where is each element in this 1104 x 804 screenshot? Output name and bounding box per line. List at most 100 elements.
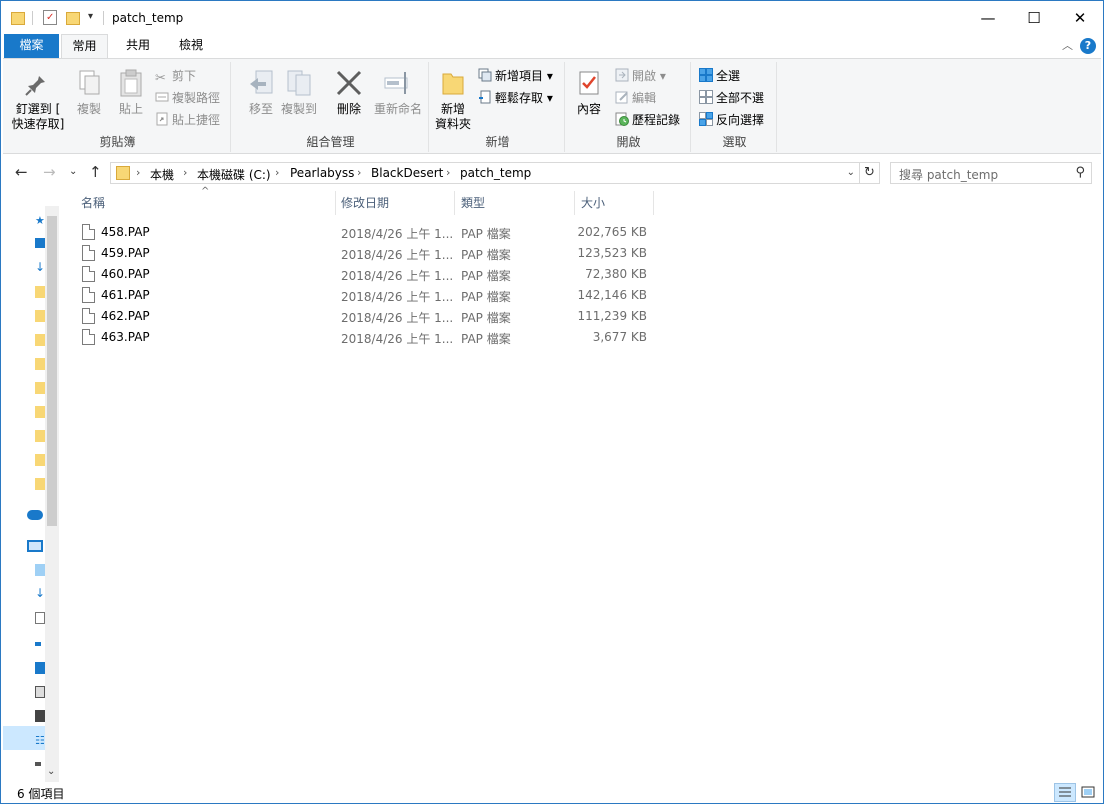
customize-quick-access-icon[interactable]: ▾ [88, 11, 93, 22]
column-divider[interactable] [653, 191, 654, 215]
3d-objects-icon[interactable] [35, 564, 45, 576]
downloads-icon[interactable]: ↓ [35, 586, 45, 600]
nav-scrollbar-thumb[interactable] [47, 216, 57, 526]
paste-button[interactable]: 貼上 [113, 64, 149, 117]
up-arrow-icon[interactable]: ↑ [89, 163, 102, 181]
pin-quick-access-button[interactable]: 釘選到 [ 快速存取] [9, 64, 67, 132]
folder-icon[interactable] [35, 310, 45, 322]
invert-selection-button[interactable]: 反向選擇 [699, 110, 764, 130]
breadcrumb-blackdesert[interactable]: BlackDesert [371, 166, 443, 180]
folder-icon[interactable] [35, 286, 45, 298]
rename-button[interactable]: 重新命名 [371, 64, 425, 117]
folder-icon[interactable] [35, 430, 45, 442]
network-drive-icon[interactable]: ☷ [35, 734, 45, 747]
copy-button[interactable]: 複製 [71, 64, 107, 117]
pictures-icon[interactable] [35, 662, 45, 674]
navigation-pane: ★ ↓ ↓ ☷ ⌄ [3, 206, 59, 782]
new-folder-icon[interactable] [66, 10, 80, 26]
open-group-label: 開啟 [616, 135, 641, 149]
file-row[interactable]: 459.PAP 2018/4/26 上午 1... PAP 檔案 123,523… [73, 243, 653, 264]
file-row[interactable]: 461.PAP 2018/4/26 上午 1... PAP 檔案 142,146… [73, 285, 653, 306]
new-folder-button[interactable]: 新增 資料夾 [433, 64, 473, 132]
file-name: 462.PAP [101, 309, 150, 323]
tab-share[interactable]: 共用 [114, 34, 162, 58]
file-row[interactable]: 460.PAP 2018/4/26 上午 1... PAP 檔案 72,380 … [73, 264, 653, 285]
back-arrow-icon[interactable]: ← [15, 163, 28, 181]
edit-button[interactable]: 編輯 [615, 88, 656, 108]
properties-icon[interactable]: ✓ [43, 10, 57, 25]
desktop-icon[interactable] [35, 238, 45, 248]
close-button[interactable]: ✕ [1057, 1, 1103, 34]
documents-icon[interactable] [35, 612, 45, 624]
tab-file[interactable]: 檔案 [4, 34, 59, 58]
music-icon[interactable] [35, 642, 41, 646]
help-icon[interactable]: ? [1080, 38, 1096, 54]
address-dropdown-chevron-icon[interactable]: ⌄ [847, 167, 855, 178]
onedrive-cloud-icon[interactable] [27, 510, 43, 520]
breadcrumb-local-disk[interactable]: 本機磁碟 (C:) [197, 166, 271, 183]
search-input[interactable]: 搜尋 patch_temp ⚲ [890, 162, 1092, 184]
refresh-icon[interactable]: ↻ [860, 162, 880, 184]
breadcrumb-patch-temp[interactable]: patch_temp [460, 166, 531, 180]
paste-label: 貼上 [118, 102, 143, 116]
folder-icon[interactable] [35, 334, 45, 346]
delete-button[interactable]: 刪除 [331, 64, 367, 117]
open-button[interactable]: 開啟 ▾ [615, 66, 666, 86]
maximize-button[interactable]: ☐ [1011, 1, 1057, 34]
column-header-date[interactable]: 修改日期 [341, 191, 453, 215]
folder-icon[interactable] [11, 10, 25, 26]
this-pc-icon[interactable] [27, 540, 43, 552]
easy-access-button[interactable]: 輕鬆存取 ▾ [478, 88, 553, 108]
scroll-down-chevron-icon[interactable]: ⌄ [47, 766, 55, 777]
column-divider[interactable] [574, 191, 575, 215]
videos-icon[interactable] [35, 686, 45, 698]
easy-access-icon [478, 90, 492, 104]
select-all-button[interactable]: 全選 [699, 66, 740, 86]
invert-selection-label: 反向選擇 [716, 113, 765, 127]
file-row[interactable]: 463.PAP 2018/4/26 上午 1... PAP 檔案 3,677 K… [73, 327, 653, 348]
folder-icon[interactable] [35, 382, 45, 394]
address-bar[interactable]: › 本機 › 本機磁碟 (C:) › Pearlabyss › BlackDes… [110, 162, 860, 184]
move-to-button[interactable]: 移至 [241, 64, 281, 117]
drive-icon[interactable] [35, 710, 45, 722]
copy-icon [74, 68, 104, 98]
file-row[interactable]: 458.PAP 2018/4/26 上午 1... PAP 檔案 202,765… [73, 222, 653, 243]
column-divider[interactable] [454, 191, 455, 215]
recent-locations-chevron-icon[interactable]: ⌄ [69, 166, 77, 177]
folder-icon[interactable] [35, 358, 45, 370]
new-item-button[interactable]: 新增項目 ▾ [478, 66, 553, 86]
tab-view[interactable]: 檢視 [167, 34, 215, 58]
file-icon [82, 266, 95, 282]
column-header-type[interactable]: 類型 [461, 191, 573, 215]
file-row[interactable]: 462.PAP 2018/4/26 上午 1... PAP 檔案 111,239… [73, 306, 653, 327]
properties-button[interactable]: 內容 [571, 64, 607, 117]
paste-shortcut-button[interactable]: 貼上捷徑 [155, 110, 220, 130]
title-bar: ✓ ▾ patch_temp — ☐ ✕ [1, 1, 1103, 34]
folder-icon[interactable] [35, 406, 45, 418]
downloads-icon[interactable]: ↓ [35, 260, 45, 274]
properties-label: 內容 [576, 102, 601, 116]
folder-icon[interactable] [35, 478, 45, 490]
minimize-button[interactable]: — [965, 1, 1011, 34]
file-type: PAP 檔案 [461, 311, 511, 325]
tab-home[interactable]: 常用 [61, 34, 108, 59]
large-icons-view-icon[interactable] [1077, 783, 1099, 802]
history-button[interactable]: 歷程記錄 [615, 110, 680, 130]
breadcrumb-this-pc[interactable]: 本機 [150, 166, 174, 183]
cut-button[interactable]: ✂ 剪下 [155, 66, 196, 86]
column-header-size[interactable]: 大小 [581, 191, 653, 215]
forward-arrow-icon[interactable]: → [43, 163, 56, 181]
column-header-name[interactable]: 名稱 [81, 191, 335, 215]
collapse-ribbon-icon[interactable]: ︿ [1062, 37, 1073, 53]
copy-to-button[interactable]: 複製到 [279, 64, 319, 117]
copy-path-button[interactable]: 複製路徑 [155, 88, 220, 108]
history-icon [615, 112, 629, 126]
network-icon[interactable] [35, 762, 41, 766]
folder-icon[interactable] [35, 454, 45, 466]
details-view-icon[interactable] [1054, 783, 1076, 802]
breadcrumb-pearlabyss[interactable]: Pearlabyss [290, 166, 354, 180]
column-divider[interactable] [335, 191, 336, 215]
open-icon [615, 68, 629, 82]
select-none-button[interactable]: 全部不選 [699, 88, 764, 108]
file-name: 463.PAP [101, 330, 150, 344]
